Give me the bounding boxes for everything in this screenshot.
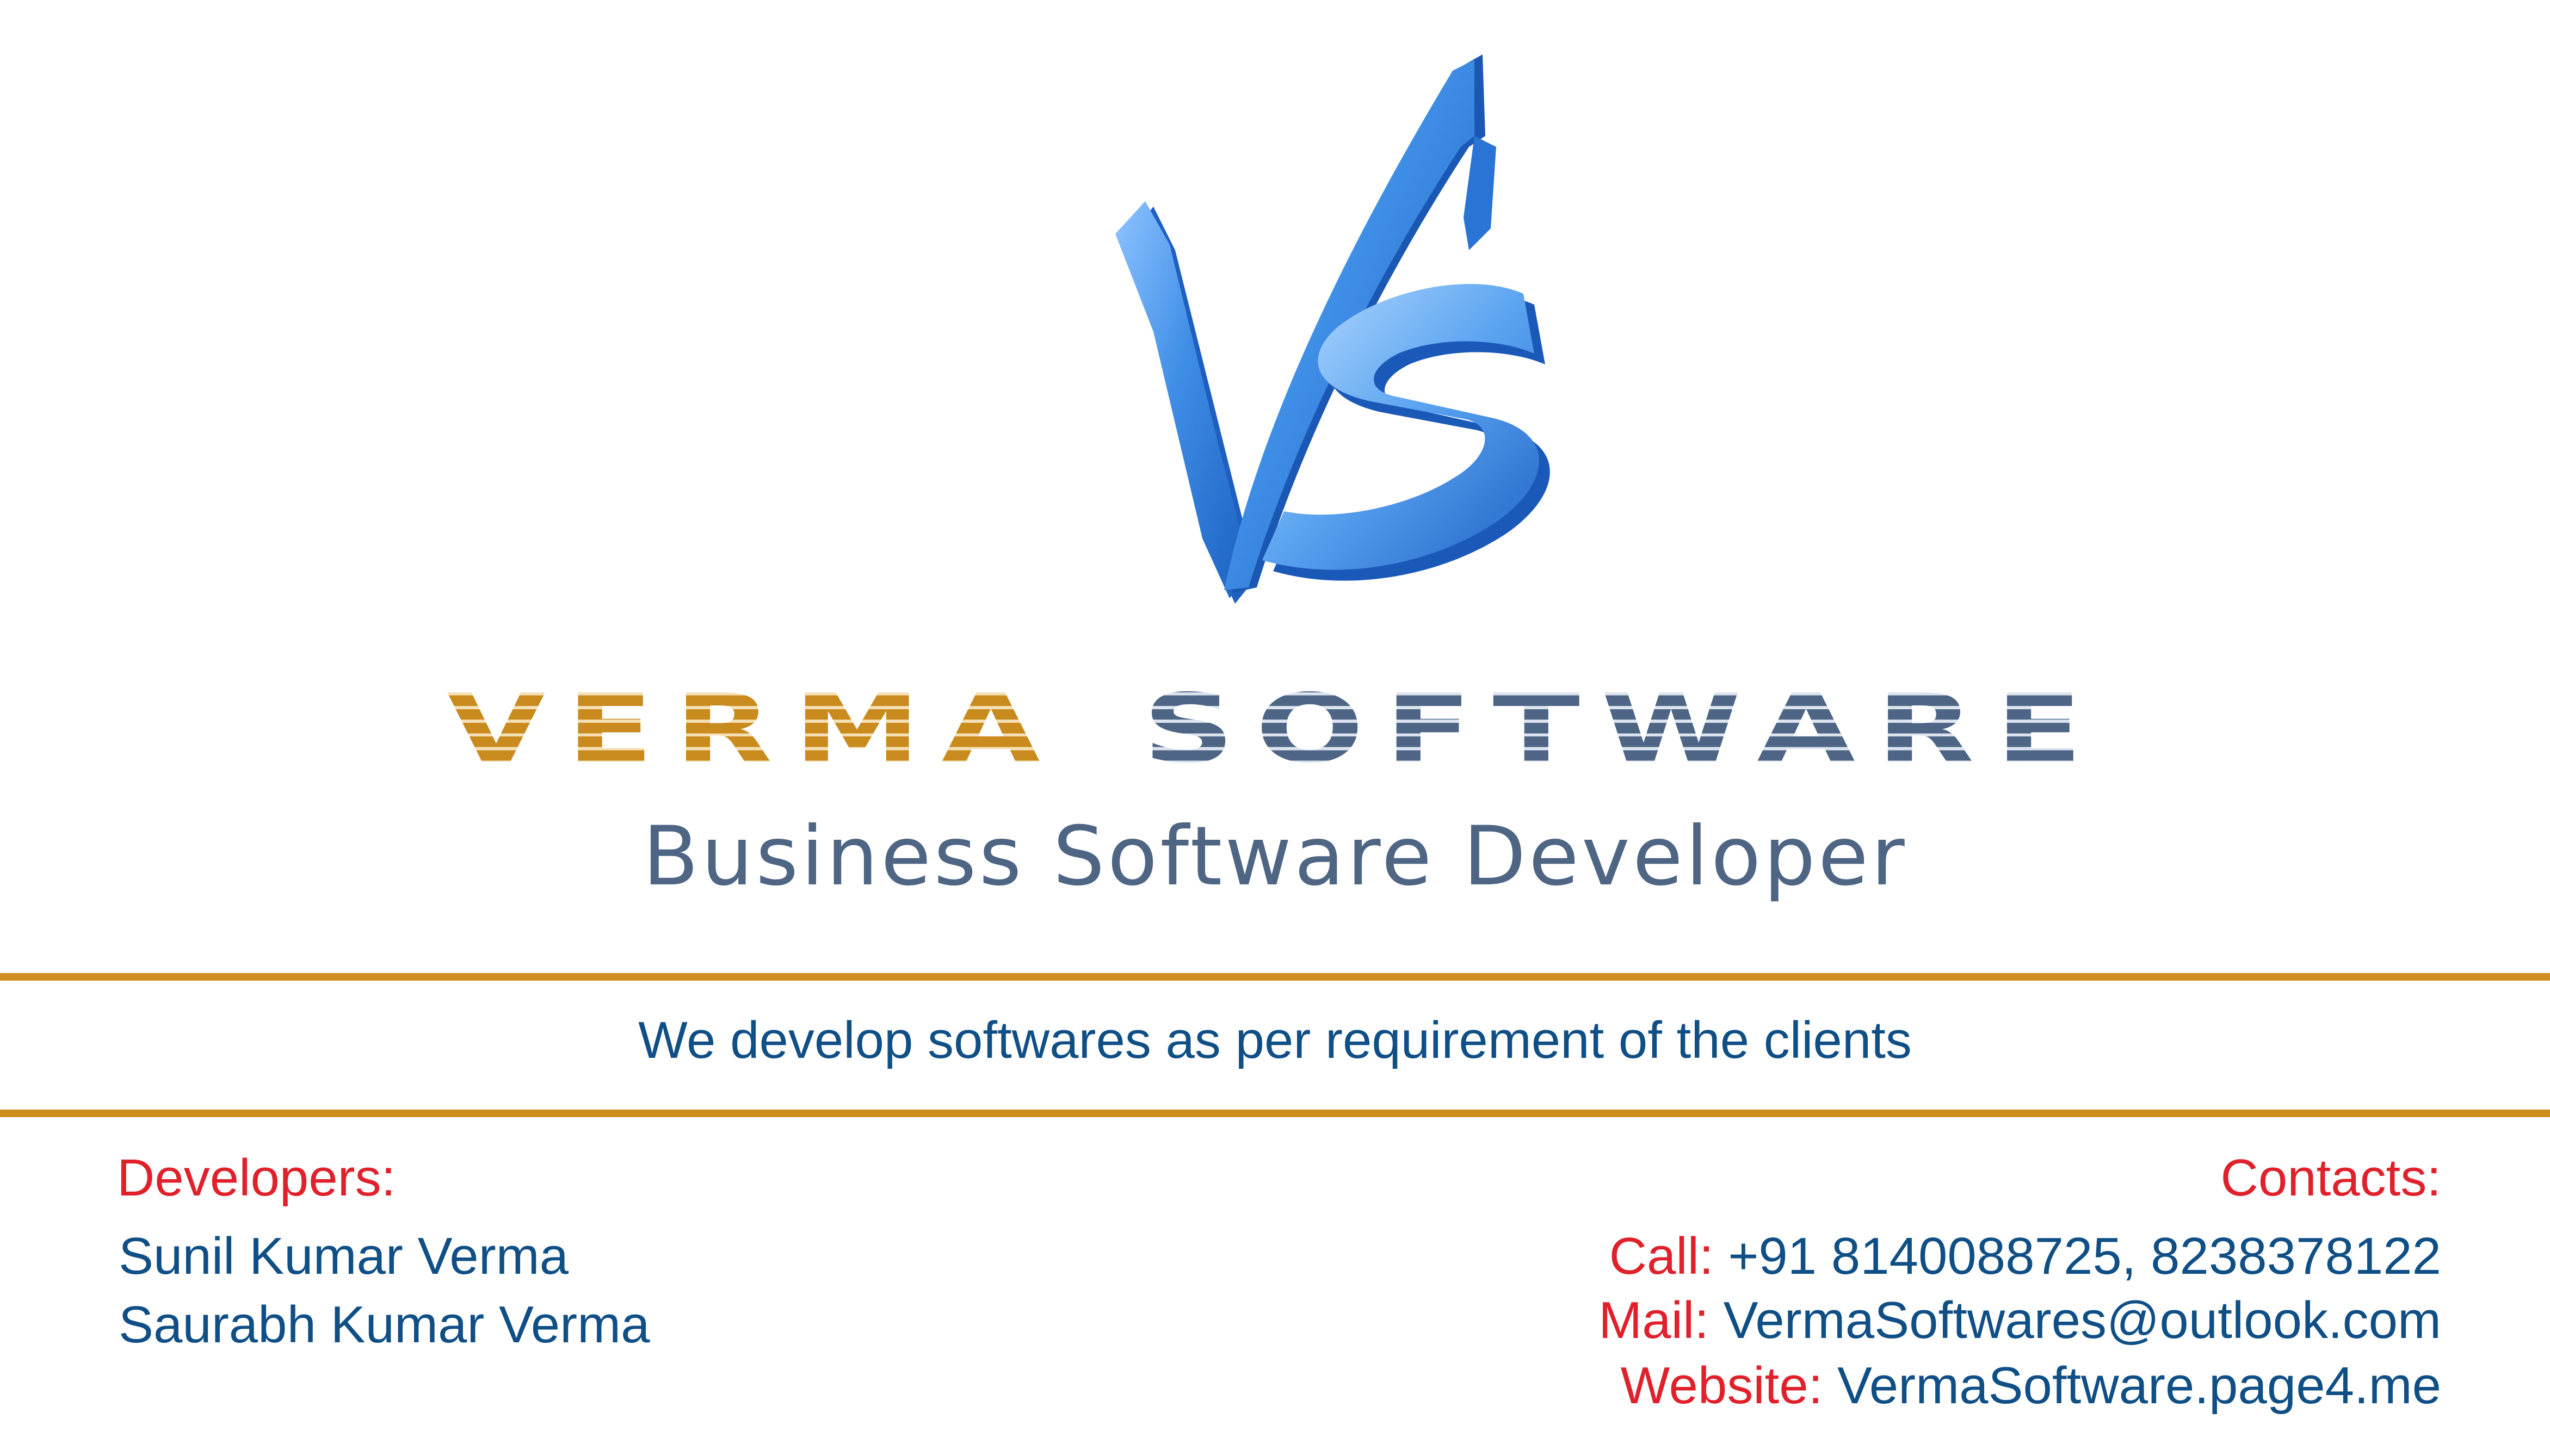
brand-word-software: SOFTWARE (1143, 673, 2103, 784)
vs-logo-icon (1115, 54, 1550, 604)
developers-heading: Developers: (117, 1149, 396, 1207)
developer-name: Saurabh Kumar Verma (119, 1296, 650, 1354)
phone-numbers: +91 8140088725, 8238378122 (1728, 1227, 2441, 1285)
divider-bottom (0, 1110, 2550, 1117)
contact-call-row: Call: +91 8140088725, 8238378122 (1609, 1230, 2441, 1282)
website-label: Website: (1620, 1356, 1823, 1415)
contact-website-row: Website: VermaSoftware.page4.me (1621, 1360, 2441, 1412)
website-url: VermaSoftware.page4.me (1837, 1356, 2441, 1415)
brand-word-verma: VERMA (447, 673, 1061, 784)
call-label: Call: (1609, 1227, 1714, 1285)
developer-name: Sunil Kumar Verma (119, 1227, 569, 1285)
email-address: VermaSoftwares@outlook.com (1723, 1291, 2441, 1349)
brand-wordmark: VERMA SOFTWARE (0, 669, 2550, 789)
contact-mail-row: Mail: VermaSoftwares@outlook.com (1598, 1294, 2441, 1347)
divider-top (0, 973, 2550, 981)
mail-label: Mail: (1598, 1291, 1709, 1349)
contacts-heading: Contacts: (2220, 1149, 2441, 1207)
tagline: We develop softwares as per requirement … (638, 1011, 1912, 1069)
brand-subtitle: Business Software Developer (643, 809, 1907, 904)
